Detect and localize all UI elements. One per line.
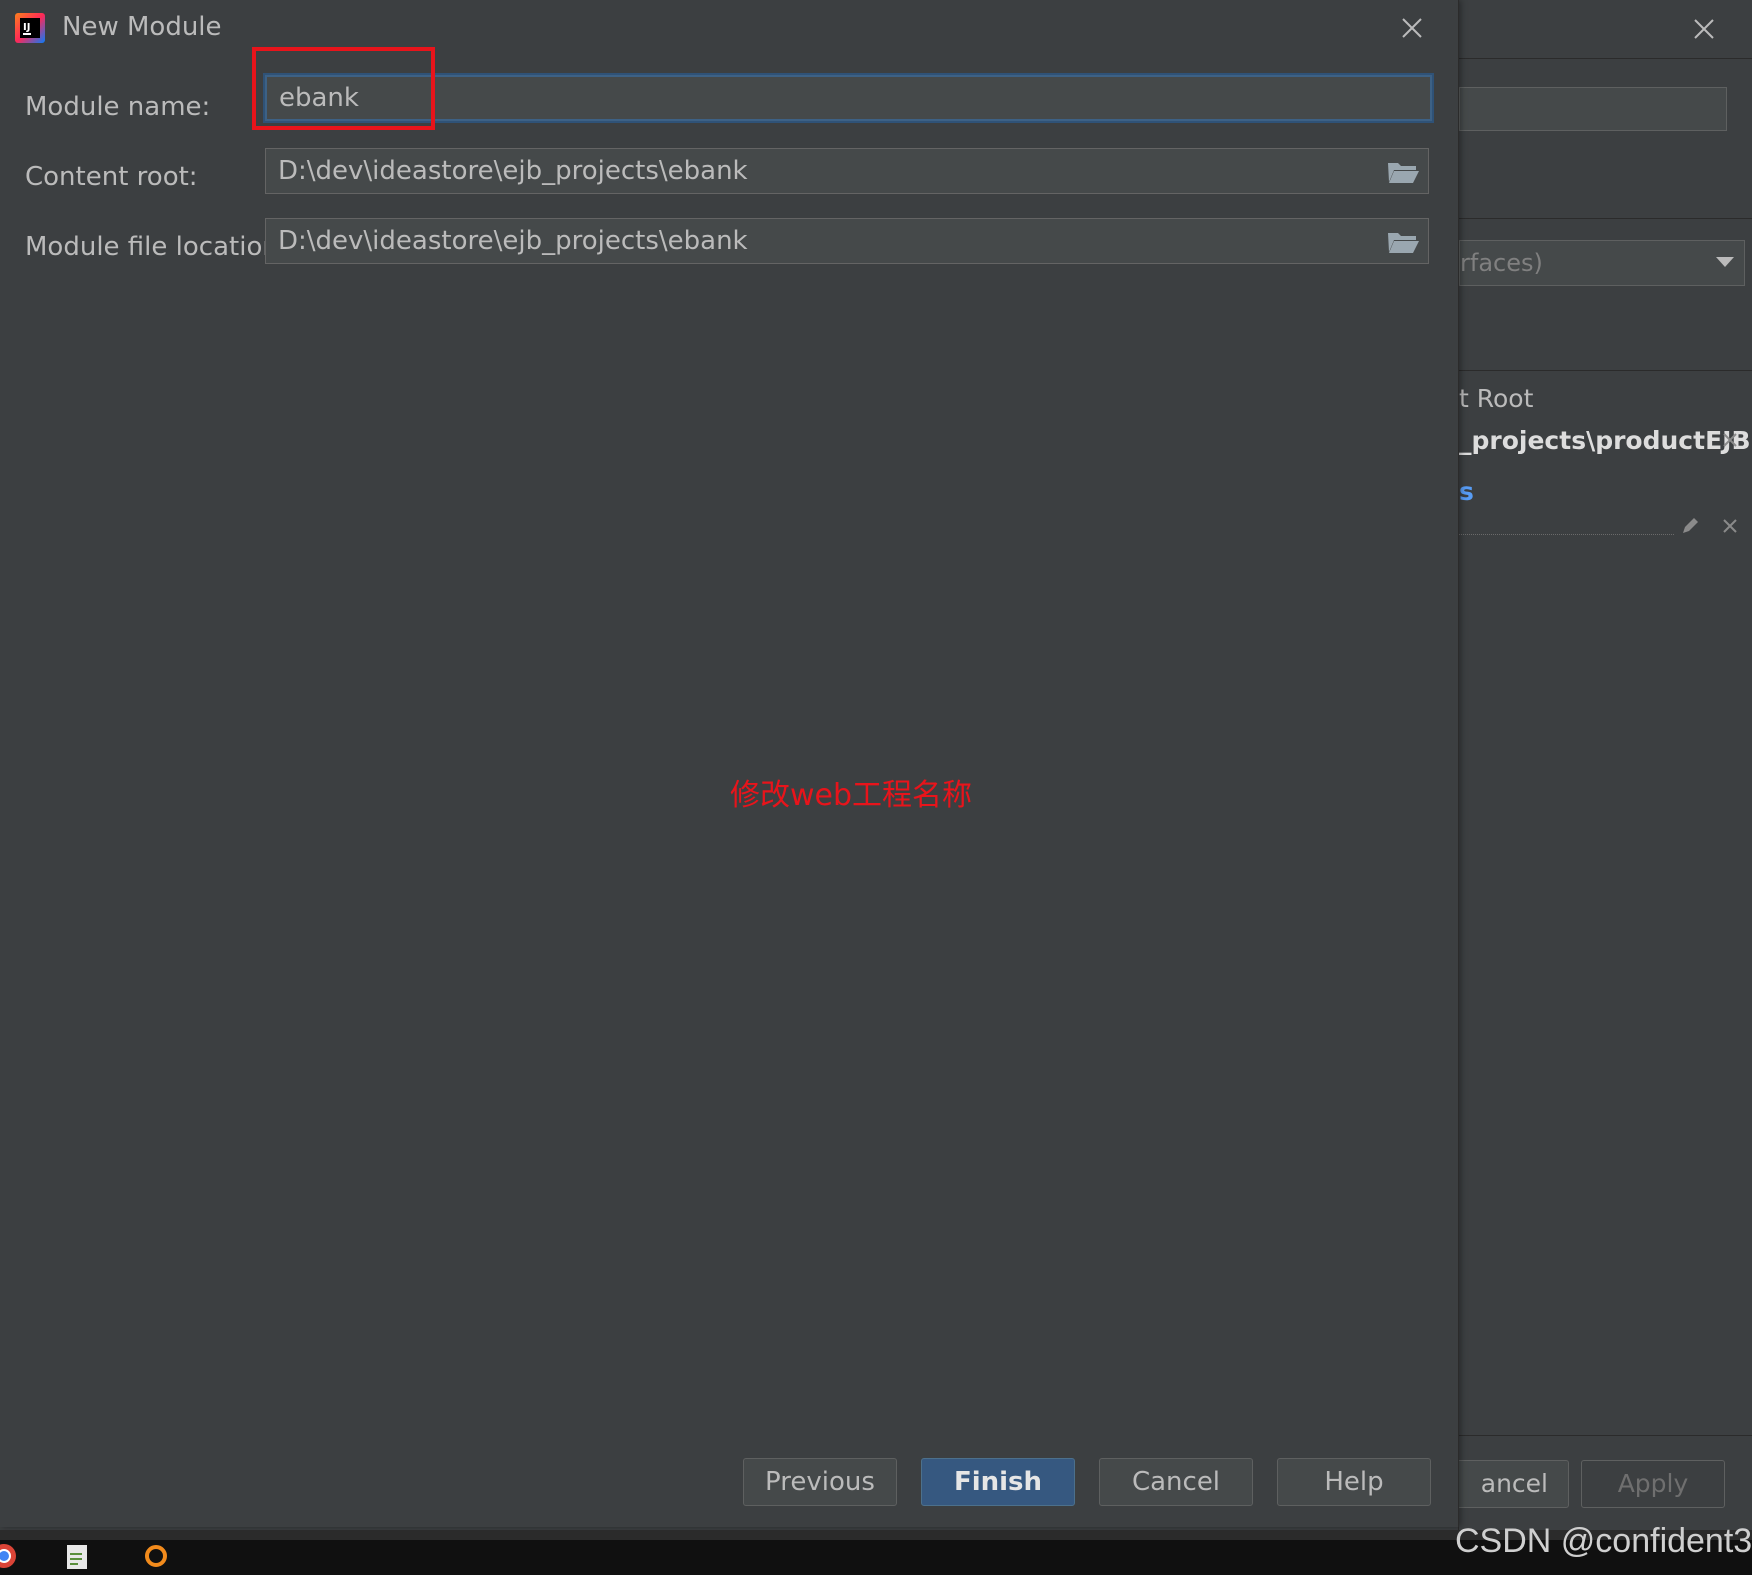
title-bar: IJ New Module	[0, 0, 1458, 58]
new-module-dialog: IJ New Module Module name: Content root:…	[0, 0, 1459, 1527]
help-button[interactable]: Help	[1277, 1458, 1431, 1506]
background-text-field[interactable]	[1459, 87, 1727, 131]
module-file-location-label: Module file location:	[25, 232, 288, 262]
module-file-location-input[interactable]	[265, 218, 1429, 264]
finish-button[interactable]: Finish	[921, 1458, 1075, 1506]
content-root-input[interactable]	[265, 148, 1429, 194]
background-dialog: rfaces) t Root _projects\productEJB s an…	[1458, 0, 1752, 1530]
folder-open-icon[interactable]	[1386, 228, 1420, 256]
divider	[1459, 58, 1752, 59]
module-name-input[interactable]	[265, 75, 1432, 121]
folder-open-icon[interactable]	[1386, 158, 1420, 186]
remove-icon[interactable]	[1721, 517, 1739, 535]
intellij-idea-icon: IJ	[15, 13, 45, 43]
cancel-button[interactable]: Cancel	[1099, 1458, 1253, 1506]
apply-button[interactable]: Apply	[1581, 1460, 1725, 1508]
annotation-text: 修改web工程名称	[730, 778, 973, 813]
content-root-label: Content root:	[25, 162, 198, 192]
section-link[interactable]: s	[1459, 477, 1474, 506]
chrome-icon[interactable]	[0, 1542, 18, 1570]
divider	[1459, 1435, 1752, 1436]
close-icon[interactable]	[1689, 14, 1719, 44]
background-cancel-button[interactable]: ancel	[1459, 1460, 1569, 1508]
module-name-label: Module name:	[25, 92, 211, 122]
dotted-separator	[1459, 534, 1674, 535]
chevron-down-icon	[1716, 257, 1734, 267]
screen: rfaces) t Root _projects\productEJB s an…	[0, 0, 1752, 1575]
edit-icon[interactable]	[1679, 515, 1701, 537]
dropdown-value: rfaces)	[1460, 249, 1543, 277]
background-dropdown[interactable]: rfaces)	[1459, 240, 1745, 286]
app-circle-icon[interactable]	[142, 1542, 170, 1570]
remove-icon[interactable]	[1721, 431, 1739, 449]
root-label: t Root	[1459, 384, 1534, 413]
root-path: _projects\productEJB	[1459, 426, 1751, 455]
divider	[1459, 218, 1752, 219]
previous-button[interactable]: Previous	[743, 1458, 897, 1506]
divider	[1459, 370, 1752, 371]
notepad-icon[interactable]	[64, 1542, 92, 1570]
close-icon[interactable]	[1397, 13, 1427, 43]
dialog-title: New Module	[62, 12, 222, 42]
watermark: CSDN @confident3	[1455, 1522, 1752, 1560]
svg-text:IJ: IJ	[23, 22, 30, 33]
